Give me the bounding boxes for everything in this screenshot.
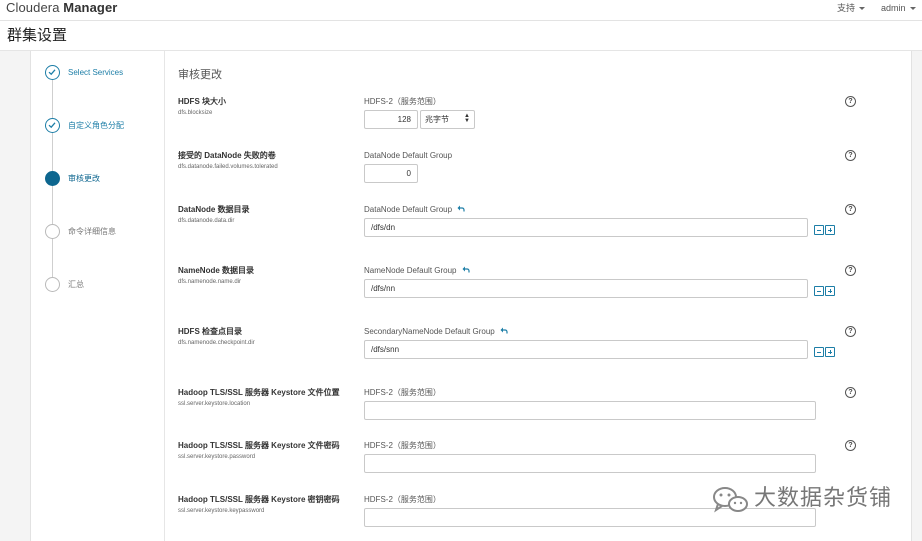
datanode-dir-input[interactable] [364,218,808,237]
undo-icon[interactable] [462,266,470,276]
help-icon[interactable]: ? [845,96,856,107]
help-icon[interactable]: ? [845,440,856,451]
check-icon [45,65,60,80]
prop-key-keystore-keypassword: ssl.server.keystore.keypassword [178,508,265,514]
help-icon[interactable]: ? [845,326,856,337]
undo-icon[interactable] [500,327,508,337]
step-label: 命令详细信息 [68,227,116,236]
watermark-text: 大数据杂货铺 [754,486,893,511]
scope-keystore-location: HDFS-2（服务范围） [364,388,441,397]
top-bar: Cloudera Manager 支持 admin [0,0,922,21]
user-menu[interactable]: admin [881,2,916,14]
page-title: 群集设置 [7,27,68,44]
prop-name-keystore-keypassword: Hadoop TLS/SSL 服务器 Keystore 密钥密码 [178,495,340,504]
scope-text: NameNode Default Group [364,266,457,276]
scope-datanode-dir: DataNode Default Group [364,205,465,215]
scope-blocksize: HDFS-2（服务范围） [364,97,441,106]
column-divider [164,51,165,541]
prop-name-keystore-location: Hadoop TLS/SSL 服务器 Keystore 文件位置 [178,388,340,397]
support-label: 支持 [837,3,856,13]
prop-key-namenode-dir: dfs.namenode.name.dir [178,279,242,285]
chevron-down-icon [909,7,916,11]
scope-namenode-dir: NameNode Default Group [364,266,470,276]
prop-key-keystore-location: ssl.server.keystore.location [178,401,251,407]
failed-volumes-input[interactable] [364,164,418,183]
wechat-icon [713,487,748,513]
prop-key-checkpoint-dir: dfs.namenode.checkpoint.dir [178,340,255,346]
scope-keystore-keypassword: HDFS-2（服务范围） [364,495,441,504]
brand-bold: Manager [63,0,118,15]
keystore-location-input[interactable] [364,401,816,420]
brand-light: Cloudera [6,0,60,15]
step-label: Select Services [68,68,124,77]
remove-icon[interactable] [814,347,824,357]
chevron-down-icon [859,7,866,11]
app-logo[interactable]: Cloudera Manager [6,0,117,16]
check-icon [45,118,60,133]
scope-text: DataNode Default Group [364,205,453,215]
keystore-password-input[interactable] [364,454,816,473]
user-label: admin [881,3,906,13]
step-label: 自定义角色分配 [68,121,124,130]
current-step-icon [45,171,60,186]
prop-name-datanode-dir: DataNode 数据目录 [178,205,250,214]
watermark: 大数据杂货铺 [708,483,898,517]
prop-key-blocksize: dfs.blocksize [178,110,213,116]
scope-text: SecondaryNameNode Default Group [364,327,495,337]
prop-name-blocksize: HDFS 块大小 [178,97,226,106]
remove-icon[interactable] [814,286,824,296]
checkpoint-dir-controls [814,344,836,357]
scope-keystore-password: HDFS-2（服务范围） [364,441,441,450]
namenode-dir-controls [814,283,836,296]
section-title: 审核更改 [178,69,222,81]
sort-arrows-icon: ▲ ▼ [464,113,470,124]
unit-select[interactable]: 兆字节 ▲ ▼ [420,110,475,129]
add-icon[interactable] [825,286,835,296]
help-icon[interactable]: ? [845,150,856,161]
add-icon[interactable] [825,225,835,235]
undo-icon[interactable] [457,205,465,215]
prop-name-failed-volumes: 接受的 DataNode 失败的卷 [178,151,276,160]
pending-step-icon [45,277,60,292]
scope-checkpoint-dir: SecondaryNameNode Default Group [364,327,508,337]
prop-key-keystore-password: ssl.server.keystore.password [178,454,256,460]
prop-key-failed-volumes: dfs.datanode.failed.volumes.tolerated [178,164,278,170]
remove-icon[interactable] [814,225,824,235]
help-icon[interactable]: ? [845,204,856,215]
step-label: 审核更改 [68,174,100,183]
step-label: 汇总 [68,280,84,289]
checkpoint-dir-input[interactable] [364,340,808,359]
left-gutter [0,51,31,541]
help-icon[interactable]: ? [845,387,856,398]
help-icon[interactable]: ? [845,265,856,276]
add-icon[interactable] [825,347,835,357]
blocksize-input[interactable] [364,110,418,129]
prop-name-namenode-dir: NameNode 数据目录 [178,266,255,275]
support-menu[interactable]: 支持 [837,2,866,14]
prop-key-datanode-dir: dfs.datanode.data.dir [178,218,235,224]
pending-step-icon [45,224,60,239]
unit-value: 兆字节 [425,115,449,124]
right-gutter [911,51,922,541]
scope-failed-volumes: DataNode Default Group [364,151,453,160]
prop-name-checkpoint-dir: HDFS 检查点目录 [178,327,242,336]
datanode-dir-controls [814,222,836,235]
prop-name-keystore-password: Hadoop TLS/SSL 服务器 Keystore 文件密码 [178,441,340,450]
divider [0,50,922,51]
namenode-dir-input[interactable] [364,279,808,298]
